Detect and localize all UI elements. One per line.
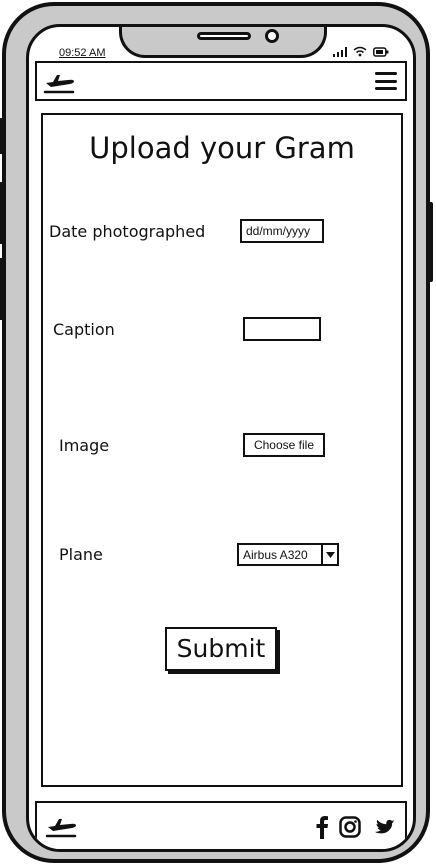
- choose-file-button[interactable]: Choose file: [243, 433, 325, 457]
- plane-departure-icon[interactable]: [43, 69, 77, 99]
- phone-side-button: [427, 202, 433, 282]
- speaker-icon: [197, 32, 251, 40]
- date-field[interactable]: dd/mm/yyyy: [240, 219, 324, 243]
- plane-departure-icon[interactable]: [45, 813, 79, 843]
- phone-notch: [119, 27, 327, 58]
- status-time: 09:52 AM: [59, 47, 106, 59]
- facebook-icon[interactable]: [315, 815, 329, 839]
- menu-line: [375, 87, 397, 90]
- caption-field[interactable]: [243, 317, 321, 341]
- battery-icon: [373, 46, 389, 57]
- app-header: [35, 61, 407, 101]
- phone-screen: 09:52 AM Upload your Gram Date photograp…: [26, 24, 416, 852]
- signal-icon: [333, 46, 347, 57]
- submit-button[interactable]: Submit: [165, 627, 277, 671]
- plane-select[interactable]: Airbus A320: [237, 543, 339, 566]
- menu-line: [375, 72, 397, 75]
- phone-side-button: [0, 258, 5, 320]
- app-footer: [35, 801, 407, 849]
- phone-frame: 09:52 AM Upload your Gram Date photograp…: [0, 2, 433, 863]
- camera-icon: [265, 29, 279, 43]
- phone-side-button: [0, 182, 5, 244]
- image-label: Image: [59, 436, 110, 455]
- upload-form: Upload your Gram Date photographed dd/mm…: [41, 113, 403, 787]
- twitter-icon[interactable]: [371, 817, 395, 837]
- menu-line: [375, 79, 397, 83]
- plane-label: Plane: [59, 545, 103, 564]
- status-icons: [333, 46, 389, 57]
- status-bar: 09:52 AM: [29, 27, 413, 61]
- wifi-icon: [353, 46, 367, 57]
- social-links: [315, 815, 395, 839]
- plane-select-value: Airbus A320: [243, 547, 308, 562]
- phone-side-button: [0, 118, 5, 154]
- date-label: Date photographed: [49, 222, 206, 241]
- chevron-down-icon[interactable]: [321, 545, 337, 564]
- instagram-icon[interactable]: [339, 816, 361, 838]
- caption-label: Caption: [53, 320, 115, 339]
- page-title: Upload your Gram: [89, 131, 355, 165]
- hamburger-menu-icon[interactable]: [375, 72, 397, 90]
